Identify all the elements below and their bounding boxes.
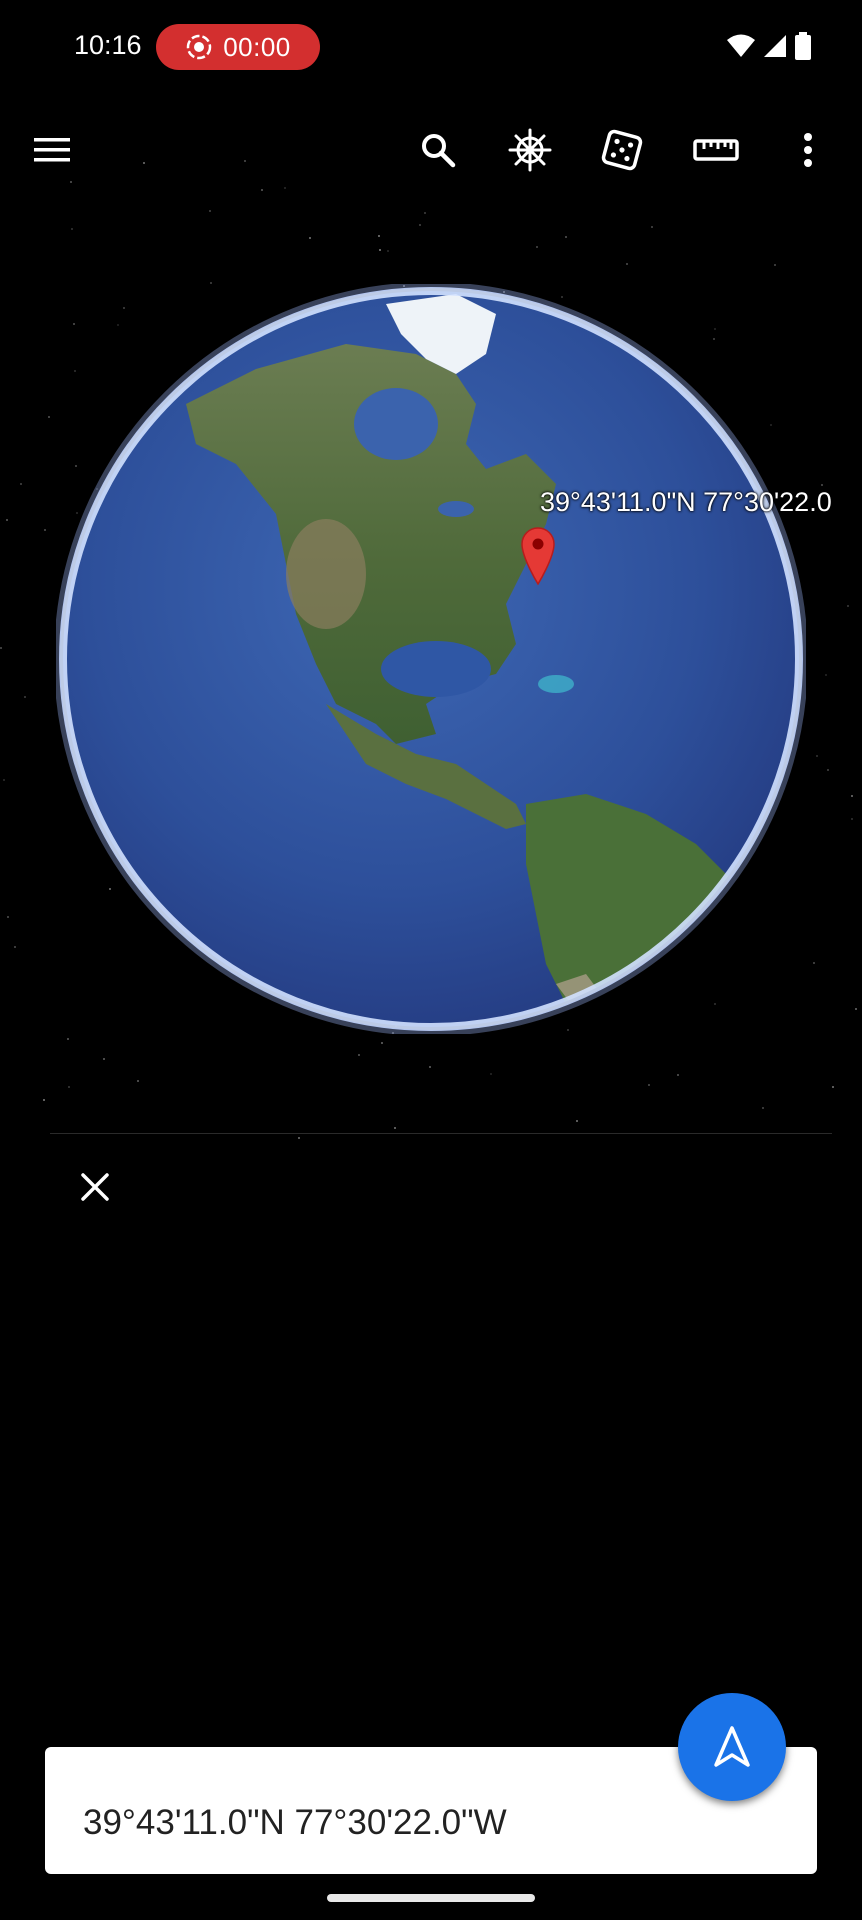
star xyxy=(576,1120,578,1122)
star xyxy=(137,1080,139,1082)
star xyxy=(855,1008,857,1010)
star xyxy=(424,212,426,214)
star xyxy=(298,1137,300,1139)
signal-icon xyxy=(764,35,786,57)
star xyxy=(827,769,829,771)
star xyxy=(651,226,653,228)
star xyxy=(0,647,2,649)
star xyxy=(847,605,849,607)
star xyxy=(490,1073,492,1075)
star xyxy=(821,484,823,486)
star xyxy=(536,246,538,248)
star xyxy=(816,755,818,757)
menu-icon xyxy=(34,138,70,162)
star xyxy=(774,264,776,266)
star xyxy=(43,1099,45,1101)
pin-coordinate-label: 39°43'11.0"N 77°30'22.0 xyxy=(540,487,832,517)
star xyxy=(565,236,567,238)
star xyxy=(244,160,246,162)
great-lakes xyxy=(438,501,474,517)
gulf-of-mexico xyxy=(381,641,491,697)
more-vert-icon xyxy=(804,133,812,167)
star xyxy=(103,1058,105,1060)
star xyxy=(832,1086,834,1088)
star xyxy=(419,224,421,226)
star xyxy=(379,249,381,251)
coordinates-text: 39°43'11.0"N 77°30'22.0"W xyxy=(83,1803,507,1842)
screen-record-pill[interactable]: 00:00 xyxy=(156,24,320,70)
home-indicator[interactable] xyxy=(327,1894,535,1902)
star xyxy=(381,1042,383,1044)
status-icons xyxy=(726,32,812,60)
star xyxy=(648,1084,650,1086)
star xyxy=(48,416,50,418)
star xyxy=(71,228,73,230)
star xyxy=(20,483,22,485)
ruler-icon xyxy=(693,139,739,161)
star xyxy=(14,946,16,948)
star xyxy=(70,181,72,183)
star xyxy=(626,263,628,265)
star xyxy=(284,187,286,189)
dice-icon xyxy=(601,129,643,171)
search-icon xyxy=(422,134,456,168)
star xyxy=(143,162,145,164)
status-time: 10:16 xyxy=(74,30,142,60)
measure-button[interactable] xyxy=(688,122,744,178)
star xyxy=(813,962,815,964)
earth-globe[interactable] xyxy=(56,284,806,1034)
star xyxy=(378,235,380,237)
star xyxy=(429,1066,431,1068)
star xyxy=(358,1054,360,1056)
voyager-icon xyxy=(508,128,552,172)
star xyxy=(387,250,389,252)
star xyxy=(394,1127,396,1129)
panel-divider xyxy=(50,1133,832,1134)
star xyxy=(851,818,853,820)
star xyxy=(3,779,5,781)
record-time: 00:00 xyxy=(223,31,291,62)
close-icon xyxy=(81,1173,109,1201)
star xyxy=(67,1038,69,1040)
star xyxy=(309,237,311,239)
caribbean-shallows xyxy=(538,675,574,693)
hudson-bay xyxy=(354,388,438,460)
voyager-button[interactable] xyxy=(502,122,558,178)
star xyxy=(209,210,211,212)
star xyxy=(851,795,853,797)
navigation-fab[interactable] xyxy=(678,1693,786,1801)
star xyxy=(261,189,263,191)
location-pin-icon[interactable] xyxy=(520,526,556,586)
screen: 10:16 00:00 39°43'11.0"N 77°30'22.0 39°4… xyxy=(0,0,862,1920)
star xyxy=(762,1107,764,1109)
battery-icon xyxy=(795,32,811,60)
star xyxy=(825,674,827,676)
close-button[interactable] xyxy=(70,1162,120,1212)
menu-button[interactable] xyxy=(24,122,80,178)
more-options-button[interactable] xyxy=(780,122,836,178)
feeling-lucky-button[interactable] xyxy=(594,122,650,178)
star xyxy=(7,916,9,918)
desert-region xyxy=(286,519,366,629)
star xyxy=(6,519,8,521)
star xyxy=(44,529,46,531)
star xyxy=(677,1074,679,1076)
star xyxy=(68,1086,70,1088)
star xyxy=(24,696,26,698)
status-bar: 10:16 00:00 xyxy=(0,0,862,96)
record-icon xyxy=(186,34,212,60)
wifi-icon xyxy=(727,34,755,57)
navigation-arrow-icon xyxy=(714,1726,750,1767)
search-button[interactable] xyxy=(410,122,466,178)
